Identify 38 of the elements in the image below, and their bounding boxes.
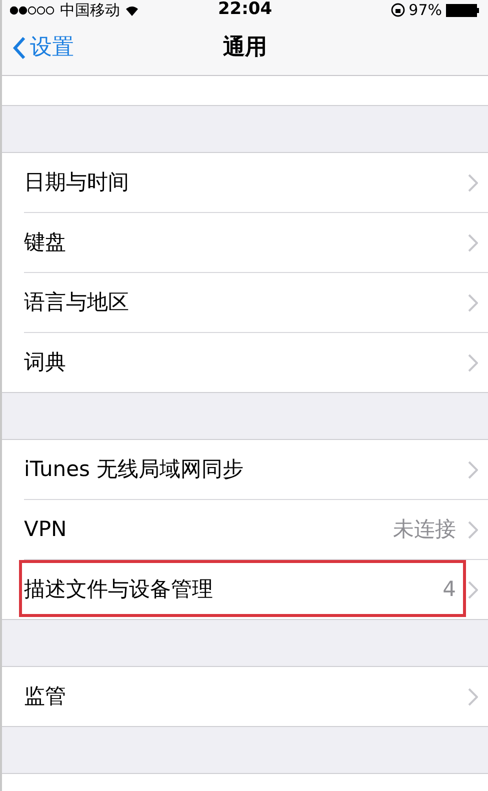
status-time: 22:04 — [218, 0, 272, 22]
chevron-icon — [468, 174, 478, 192]
chevron-icon — [468, 688, 478, 706]
settings-row[interactable]: 日期与时间 — [2, 153, 488, 212]
nav-title: 通用 — [223, 34, 267, 62]
carrier-name: 中国移动 — [60, 0, 120, 21]
row-label: 语言与地区 — [24, 288, 130, 316]
row-value: 4 — [442, 576, 456, 603]
rotation-lock-icon — [390, 3, 405, 17]
row-label: 词典 — [24, 348, 67, 376]
chevron-icon — [468, 354, 478, 372]
back-chevron-icon — [12, 36, 26, 60]
row-label: iTunes 无线局域网同步 — [24, 456, 245, 483]
settings-row[interactable] — [2, 773, 488, 791]
settings-row[interactable]: VPN 未连接 — [2, 500, 488, 559]
row-label: 键盘 — [24, 228, 67, 256]
row-label: VPN — [24, 516, 68, 543]
back-button[interactable]: 设置 — [12, 20, 74, 75]
signal-icon — [10, 6, 56, 14]
chevron-icon — [468, 580, 478, 598]
settings-row[interactable] — [2, 76, 488, 106]
battery-percent: 97% — [408, 0, 442, 21]
row-label: 监管 — [24, 682, 67, 710]
row-label: 日期与时间 — [24, 168, 130, 196]
settings-row[interactable]: 语言与地区 — [2, 273, 488, 332]
settings-row[interactable]: 词典 — [2, 333, 488, 392]
battery-icon — [446, 4, 480, 16]
chevron-icon — [468, 234, 478, 252]
chevron-icon — [468, 294, 478, 312]
settings-row[interactable]: iTunes 无线局域网同步 — [2, 440, 488, 499]
wifi-icon — [124, 4, 140, 16]
chevron-icon — [468, 460, 478, 478]
row-value: 未连接 — [393, 516, 456, 543]
row-label: 描述文件与设备管理 — [24, 576, 214, 603]
settings-row[interactable]: 键盘 — [2, 213, 488, 272]
settings-row[interactable]: 描述文件与设备管理 4 — [2, 560, 488, 619]
chevron-icon — [468, 520, 478, 538]
settings-row[interactable]: 监管 — [2, 667, 488, 726]
